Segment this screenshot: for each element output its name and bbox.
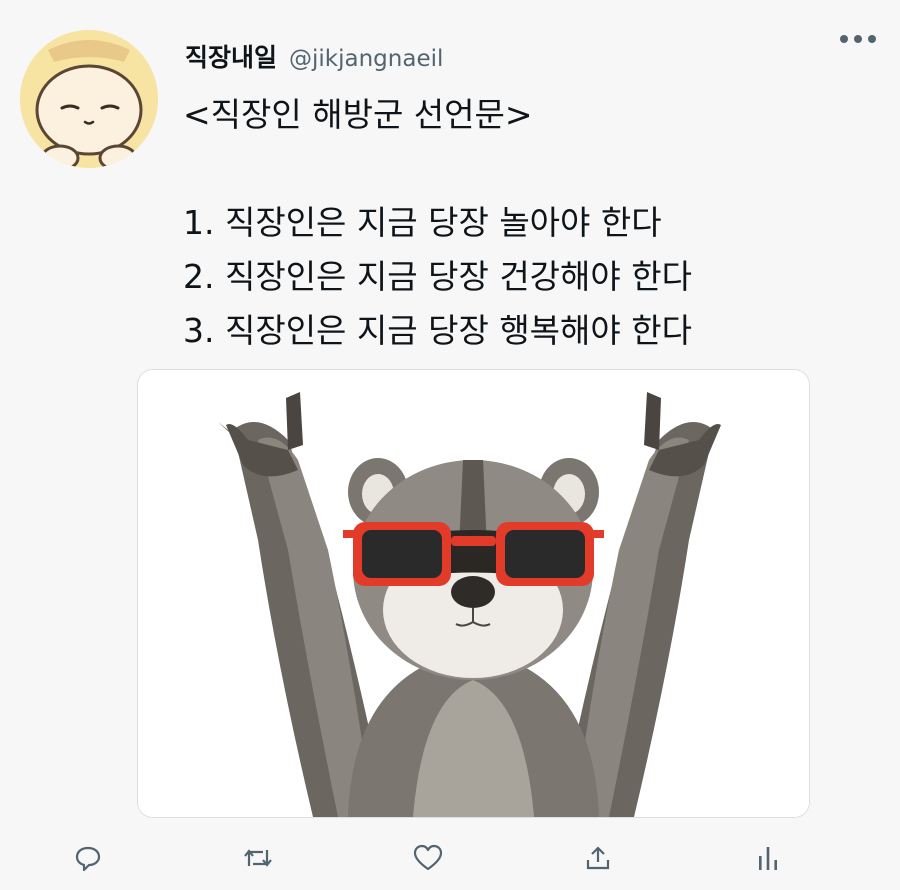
share-icon[interactable] [576,836,620,880]
retweet-icon[interactable] [236,836,280,880]
list-item: 2. 직장인은 지금 당장 건강해야 한다 [183,257,692,296]
tweet-text: <직장인 해방군 선언문> 1. 직장인은 지금 당장 놀아야 한다 2. 직장… [183,88,863,358]
heart-icon[interactable] [406,836,450,880]
author-handle[interactable]: @jikjangnaeil [289,46,443,72]
list-item: 1. 직장인은 지금 당장 놀아야 한다 [183,203,662,242]
more-options-icon[interactable] [836,22,880,56]
tweet-media[interactable] [137,369,810,818]
raccoon-wearing-red-sunglasses-photo [138,370,809,817]
author-display-name[interactable]: 직장내일 [185,38,277,74]
analytics-icon[interactable] [746,836,790,880]
reply-icon[interactable] [66,836,110,880]
tweet-actions [0,836,900,880]
list-item: 3. 직장인은 지금 당장 행복해야 한다 [183,311,692,350]
cartoon-character-avatar-icon [20,30,158,168]
tweet-author: 직장내일 @jikjangnaeil [185,38,443,74]
tweet-title-line: <직장인 해방군 선언문> [183,95,533,134]
avatar[interactable] [20,30,158,168]
